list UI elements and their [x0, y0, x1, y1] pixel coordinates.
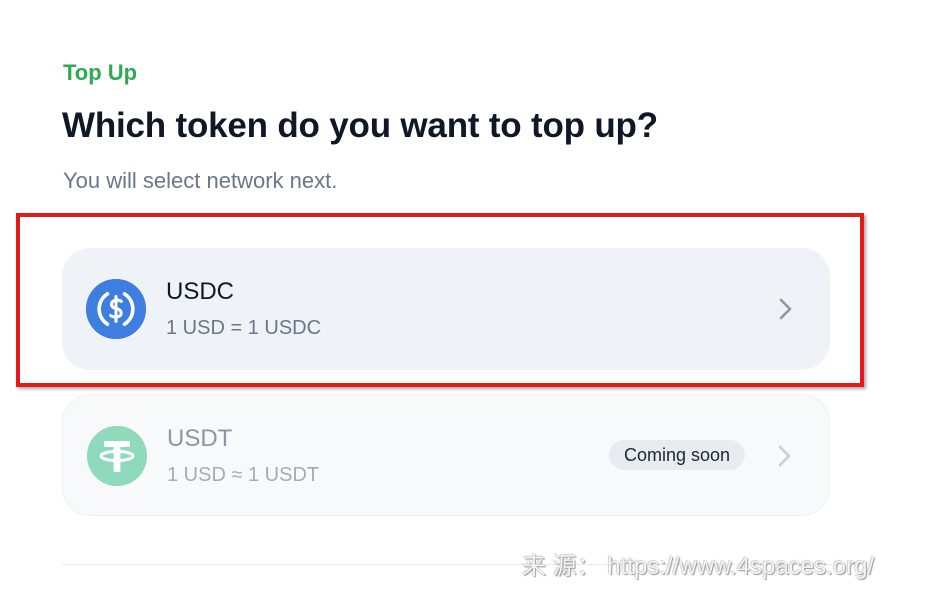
chevron-right-icon: [774, 294, 798, 324]
page-subtitle: You will select network next.: [63, 168, 338, 193]
token-rate: 1 USD = 1 USDC: [166, 317, 322, 339]
token-option-usdt: USDT 1 USD ≈ 1 USDT Coming soon: [62, 394, 830, 516]
chevron-right-icon: [773, 441, 797, 471]
top-up-page: Top Up Which token do you want to top up…: [0, 0, 944, 603]
usdc-icon: [86, 279, 146, 339]
token-option-usdc[interactable]: USDC 1 USD = 1 USDC: [62, 248, 830, 370]
page-title: Which token do you want to top up?: [62, 106, 658, 145]
token-rate: 1 USD ≈ 1 USDT: [167, 464, 320, 486]
usdt-icon: [87, 426, 147, 486]
eyebrow-label: Top Up: [63, 60, 138, 85]
token-name: USDC: [166, 278, 235, 305]
divider: [62, 564, 832, 565]
token-name: USDT: [167, 425, 233, 452]
coming-soon-badge: Coming soon: [609, 440, 746, 470]
